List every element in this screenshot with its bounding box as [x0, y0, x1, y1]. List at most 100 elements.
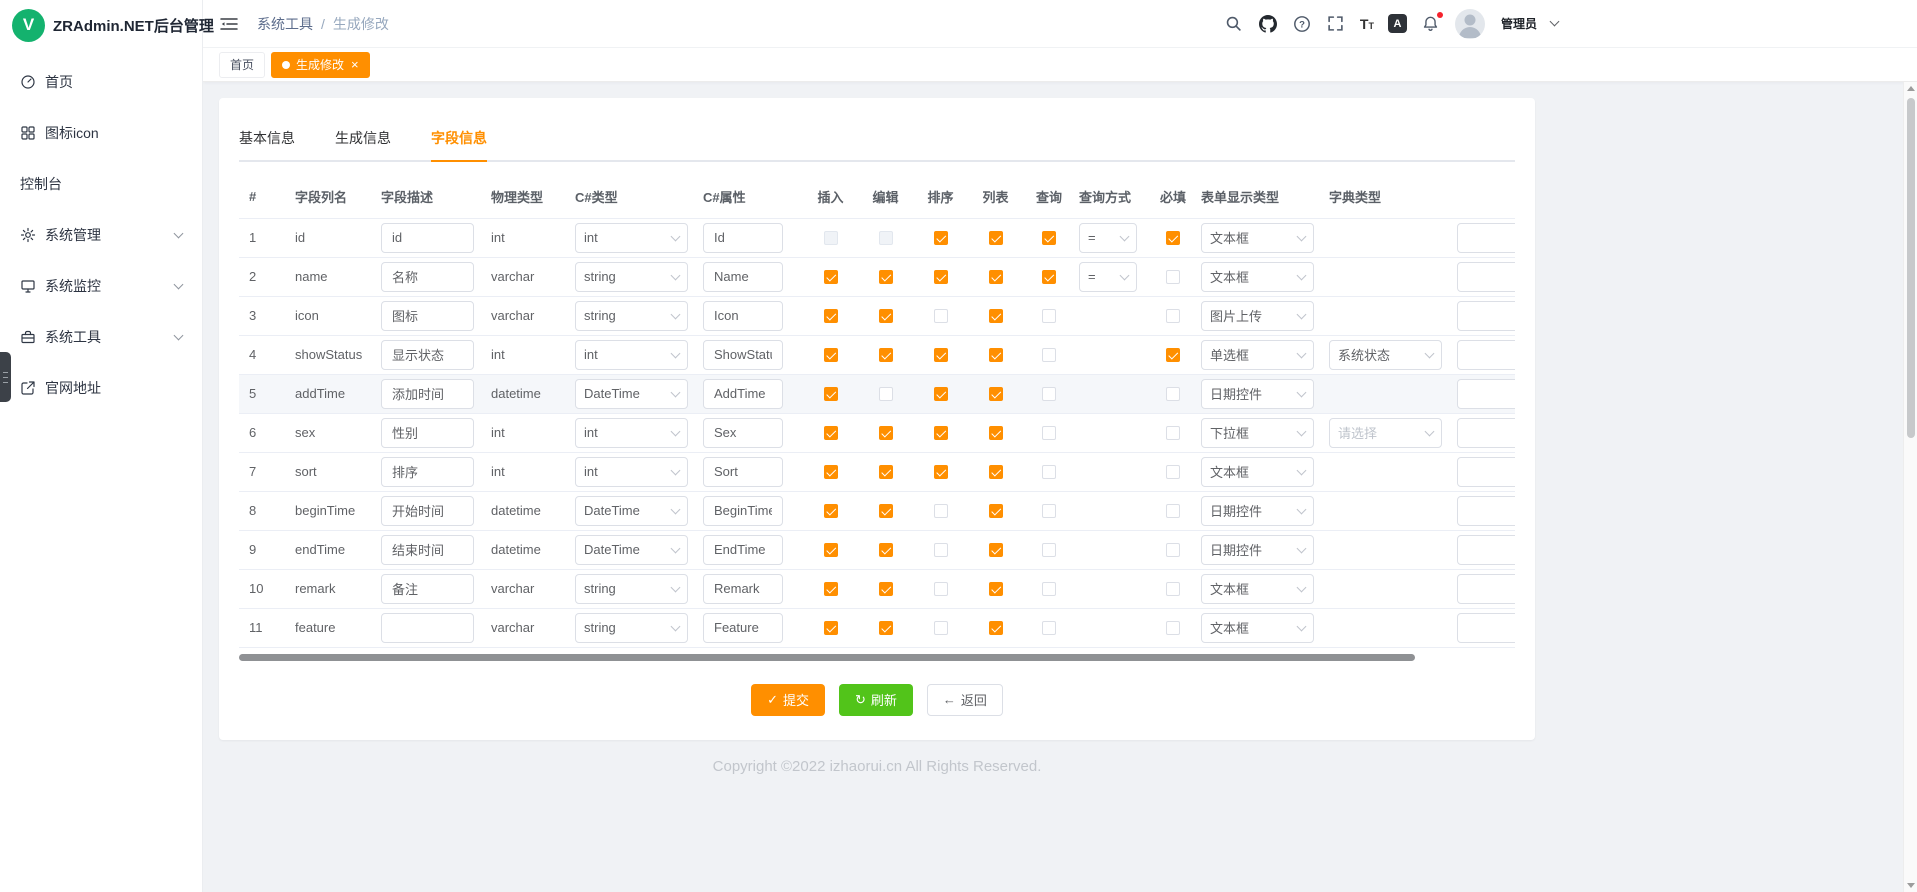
list-checkbox[interactable] — [989, 348, 1003, 362]
sort-checkbox[interactable] — [934, 504, 948, 518]
notification-bell-icon[interactable] — [1421, 14, 1441, 34]
edit-checkbox[interactable] — [879, 465, 893, 479]
description-input[interactable] — [381, 535, 474, 565]
query-checkbox[interactable] — [1042, 270, 1056, 284]
list-checkbox[interactable] — [989, 270, 1003, 284]
display-type-select[interactable]: 图片上传 — [1201, 301, 1314, 331]
insert-checkbox[interactable] — [824, 426, 838, 440]
insert-checkbox[interactable] — [824, 348, 838, 362]
sort-checkbox[interactable] — [934, 348, 948, 362]
insert-checkbox[interactable] — [824, 465, 838, 479]
display-type-select[interactable]: 下拉框 — [1201, 418, 1314, 448]
sidebar-item-home[interactable]: 首页 — [0, 56, 202, 107]
description-input[interactable] — [381, 262, 474, 292]
sort-checkbox[interactable] — [934, 582, 948, 596]
tab-field-info[interactable]: 字段信息 — [431, 118, 487, 160]
sort-checkbox[interactable] — [934, 231, 948, 245]
sidebar-toggle-icon[interactable] — [219, 14, 239, 34]
required-checkbox[interactable] — [1166, 621, 1180, 635]
sidebar-item-official-site[interactable]: 官网地址 — [0, 362, 202, 413]
edit-checkbox[interactable] — [879, 582, 893, 596]
list-checkbox[interactable] — [989, 621, 1003, 635]
description-input[interactable] — [381, 574, 474, 604]
display-type-select[interactable]: 日期控件 — [1201, 379, 1314, 409]
sidebar-item-console[interactable]: 控制台 — [0, 158, 202, 209]
insert-checkbox[interactable] — [824, 387, 838, 401]
search-icon[interactable] — [1224, 14, 1244, 34]
required-checkbox[interactable] — [1166, 465, 1180, 479]
display-type-select[interactable]: 日期控件 — [1201, 535, 1314, 565]
required-checkbox[interactable] — [1166, 348, 1180, 362]
extra-input[interactable] — [1457, 301, 1515, 331]
sort-checkbox[interactable] — [934, 465, 948, 479]
scroll-up-arrow-icon[interactable] — [1907, 86, 1915, 91]
insert-checkbox[interactable] — [824, 270, 838, 284]
extra-input[interactable] — [1457, 262, 1515, 292]
display-type-select[interactable]: 文本框 — [1201, 613, 1314, 643]
display-type-select[interactable]: 单选框 — [1201, 340, 1314, 370]
required-checkbox[interactable] — [1166, 270, 1180, 284]
sort-checkbox[interactable] — [934, 543, 948, 557]
extra-input[interactable] — [1457, 535, 1515, 565]
tag-active[interactable]: 生成修改 × — [271, 52, 370, 78]
list-checkbox[interactable] — [989, 504, 1003, 518]
close-icon[interactable]: × — [351, 58, 359, 71]
tag-home[interactable]: 首页 — [219, 52, 265, 78]
query-checkbox[interactable] — [1042, 309, 1056, 323]
query-type-select[interactable]: = — [1079, 262, 1137, 292]
cs-type-select[interactable]: int — [575, 223, 688, 253]
avatar[interactable] — [1455, 9, 1485, 39]
cs-property-input[interactable] — [703, 574, 783, 604]
sidebar-item-icons[interactable]: 图标icon — [0, 107, 202, 158]
edit-checkbox[interactable] — [879, 348, 893, 362]
cs-type-select[interactable]: DateTime — [575, 379, 688, 409]
required-checkbox[interactable] — [1166, 582, 1180, 596]
extra-input[interactable] — [1457, 418, 1515, 448]
edit-checkbox[interactable] — [879, 270, 893, 284]
edit-checkbox[interactable] — [879, 543, 893, 557]
query-checkbox[interactable] — [1042, 504, 1056, 518]
extra-input[interactable] — [1457, 340, 1515, 370]
description-input[interactable] — [381, 223, 474, 253]
edit-checkbox[interactable] — [879, 231, 893, 245]
cs-type-select[interactable]: string — [575, 574, 688, 604]
required-checkbox[interactable] — [1166, 309, 1180, 323]
required-checkbox[interactable] — [1166, 231, 1180, 245]
cs-property-input[interactable] — [703, 301, 783, 331]
cs-type-select[interactable]: int — [575, 340, 688, 370]
sidebar-item-system-manage[interactable]: 系统管理 — [0, 209, 202, 260]
display-type-select[interactable]: 文本框 — [1201, 262, 1314, 292]
insert-checkbox[interactable] — [824, 543, 838, 557]
refresh-button[interactable]: ↻ 刷新 — [839, 684, 913, 716]
horizontal-scrollbar-thumb[interactable] — [239, 654, 1415, 661]
cs-property-input[interactable] — [703, 457, 783, 487]
description-input[interactable] — [381, 613, 474, 643]
extra-input[interactable] — [1457, 223, 1515, 253]
description-input[interactable] — [381, 496, 474, 526]
sidebar-item-system-monitor[interactable]: 系统监控 — [0, 260, 202, 311]
display-type-select[interactable]: 文本框 — [1201, 223, 1314, 253]
chevron-down-icon[interactable] — [1550, 17, 1560, 27]
dict-type-select[interactable]: 请选择 — [1329, 418, 1442, 448]
scroll-down-arrow-icon[interactable] — [1907, 883, 1915, 888]
description-input[interactable] — [381, 418, 474, 448]
sort-checkbox[interactable] — [934, 387, 948, 401]
dict-type-select[interactable]: 系统状态 — [1329, 340, 1442, 370]
display-type-select[interactable]: 日期控件 — [1201, 496, 1314, 526]
extra-input[interactable] — [1457, 457, 1515, 487]
edit-checkbox[interactable] — [879, 387, 893, 401]
extra-input[interactable] — [1457, 574, 1515, 604]
translate-icon[interactable]: A — [1388, 14, 1407, 33]
fullscreen-icon[interactable] — [1326, 14, 1346, 34]
list-checkbox[interactable] — [989, 543, 1003, 557]
edit-checkbox[interactable] — [879, 504, 893, 518]
cs-property-input[interactable] — [703, 613, 783, 643]
required-checkbox[interactable] — [1166, 387, 1180, 401]
query-checkbox[interactable] — [1042, 387, 1056, 401]
cs-property-input[interactable] — [703, 262, 783, 292]
description-input[interactable] — [381, 340, 474, 370]
display-type-select[interactable]: 文本框 — [1201, 457, 1314, 487]
extra-input[interactable] — [1457, 613, 1515, 643]
list-checkbox[interactable] — [989, 231, 1003, 245]
required-checkbox[interactable] — [1166, 543, 1180, 557]
